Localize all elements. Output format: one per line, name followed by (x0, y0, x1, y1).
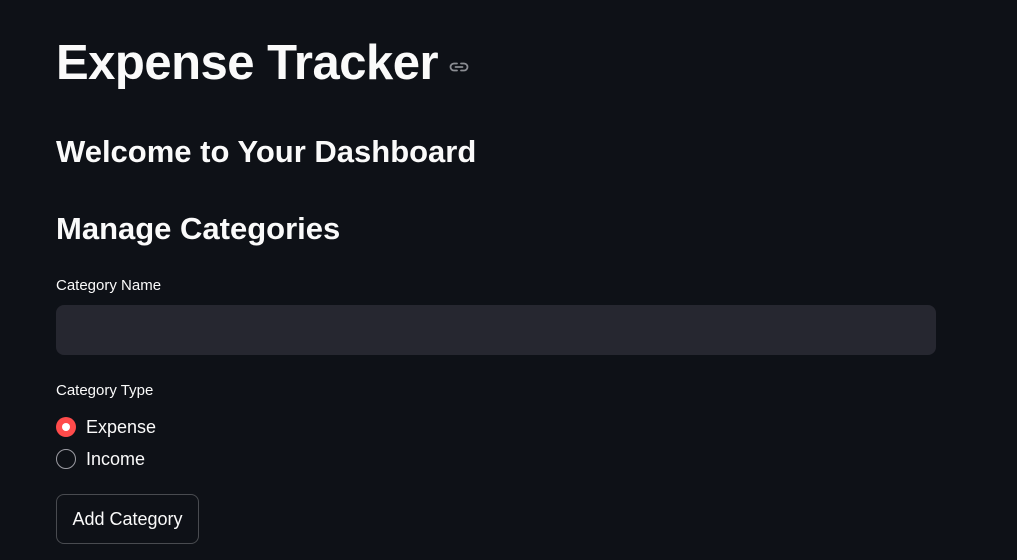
title-row: Expense Tracker (56, 28, 470, 98)
radio-label-income: Income (86, 449, 146, 469)
add-category-button[interactable]: Add Category (56, 494, 199, 544)
link-icon[interactable] (448, 60, 470, 74)
category-name-input[interactable] (56, 305, 936, 355)
radio-option-income[interactable]: Income (56, 447, 145, 471)
welcome-header: Welcome to Your Dashboard (56, 134, 477, 169)
radio-option-expense[interactable]: Expense (56, 415, 156, 439)
radio-checked-icon[interactable] (56, 417, 76, 437)
manage-categories-header: Manage Categories (56, 211, 341, 246)
app-main: Expense Tracker Welcome to Your Dashboar… (0, 0, 1017, 560)
radio-unchecked-icon[interactable] (56, 449, 76, 469)
radio-label-expense: Expense (86, 417, 157, 437)
page-title: Expense Tracker (56, 36, 439, 90)
category-name-label: Category Name (56, 277, 162, 294)
category-type-label: Category Type (56, 382, 154, 399)
